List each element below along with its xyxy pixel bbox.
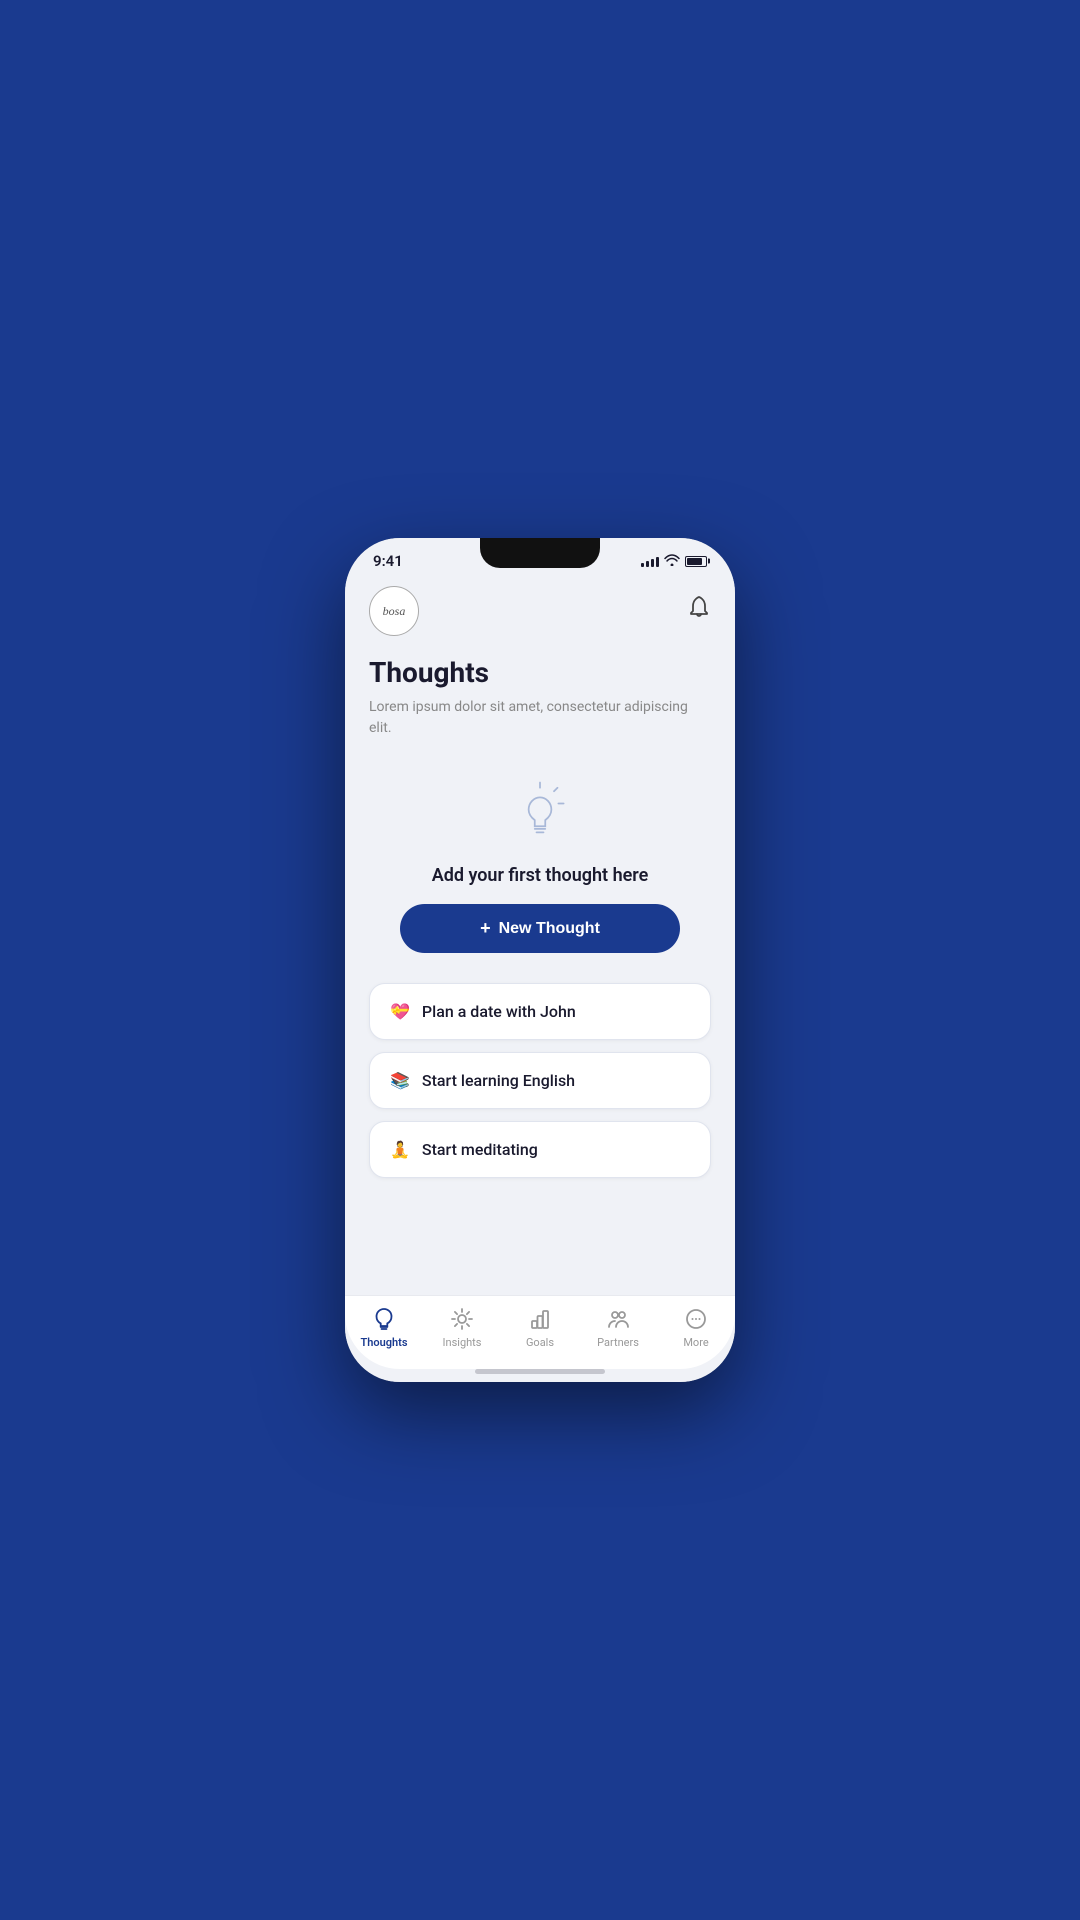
thought-text-1: Plan a date with John <box>422 1002 576 1021</box>
page-subtitle: Lorem ipsum dolor sit amet, consectetur … <box>369 697 711 739</box>
thought-item[interactable]: 📚 Start learning English <box>369 1052 711 1109</box>
logo[interactable]: bosa <box>369 586 419 636</box>
thought-emoji-3: 🧘 <box>390 1140 410 1159</box>
nav-item-more[interactable]: More <box>657 1306 735 1349</box>
nav-item-thoughts[interactable]: Thoughts <box>345 1306 423 1349</box>
nav-label-thoughts: Thoughts <box>360 1336 407 1349</box>
signal-bars-icon <box>641 555 659 567</box>
thought-item[interactable]: 💝 Plan a date with John <box>369 983 711 1040</box>
partners-nav-icon <box>605 1306 631 1332</box>
lightbulb-icon <box>505 779 575 849</box>
nav-item-partners[interactable]: Partners <box>579 1306 657 1349</box>
thought-item[interactable]: 🧘 Start meditating <box>369 1121 711 1178</box>
bell-icon[interactable] <box>687 595 711 627</box>
nav-item-insights[interactable]: Insights <box>423 1306 501 1349</box>
goals-nav-icon <box>527 1306 553 1332</box>
status-icons <box>641 554 707 569</box>
nav-label-partners: Partners <box>597 1336 639 1349</box>
plus-icon: + <box>480 918 491 939</box>
nav-label-insights: Insights <box>443 1336 482 1349</box>
thoughts-nav-icon <box>371 1306 397 1332</box>
nav-label-goals: Goals <box>526 1336 554 1349</box>
more-nav-icon <box>683 1306 709 1332</box>
wifi-icon <box>664 554 680 569</box>
phone-frame: 9:41 <box>345 538 735 1382</box>
new-thought-button[interactable]: + New Thought <box>400 904 680 953</box>
thoughts-list: 💝 Plan a date with John 📚 Start learning… <box>369 983 711 1198</box>
bottom-nav: Thoughts Insights <box>345 1295 735 1369</box>
page-title: Thoughts <box>369 656 711 689</box>
thought-text-3: Start meditating <box>422 1140 538 1159</box>
nav-item-goals[interactable]: Goals <box>501 1306 579 1349</box>
notch <box>480 538 600 568</box>
home-indicator <box>475 1369 605 1374</box>
thought-emoji-2: 📚 <box>390 1071 410 1090</box>
empty-state-message: Add your first thought here <box>432 865 649 886</box>
new-thought-label: New Thought <box>499 920 600 938</box>
insights-nav-icon <box>449 1306 475 1332</box>
status-time: 9:41 <box>373 552 403 570</box>
battery-icon <box>685 556 707 567</box>
thought-emoji-1: 💝 <box>390 1002 410 1021</box>
logo-text: bosa <box>383 604 406 619</box>
nav-label-more: More <box>683 1336 708 1349</box>
empty-state: Add your first thought here + New Though… <box>369 769 711 963</box>
thought-text-2: Start learning English <box>422 1071 575 1090</box>
phone-inner: 9:41 <box>345 538 735 1382</box>
main-content: bosa Thoughts Lorem ipsum dolor sit amet… <box>345 576 735 1295</box>
header: bosa <box>369 586 711 636</box>
